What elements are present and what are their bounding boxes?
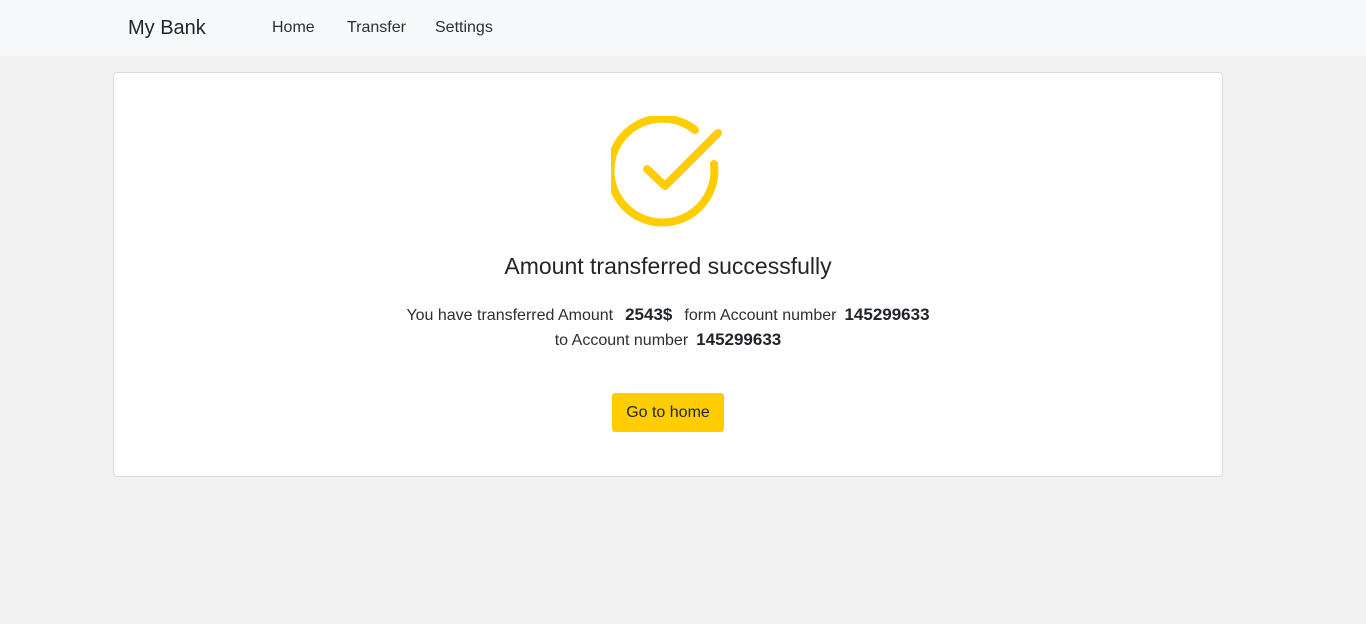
success-card: Amount transferred successfully You have… [113, 72, 1223, 477]
transfer-amount: 2543$ [625, 305, 673, 324]
check-circle-icon [611, 116, 722, 227]
success-heading: Amount transferred successfully [504, 253, 832, 279]
top-navbar: My Bank Home Transfer Settings [0, 0, 1366, 56]
amount-label: You have transferred Amount [406, 307, 614, 324]
nav-link-transfer[interactable]: Transfer [347, 18, 406, 38]
to-account-number: 145299633 [696, 330, 782, 349]
to-account-label: to Account number [554, 332, 689, 349]
transfer-summary-line-1: You have transferred Amount 2543$ form Acc… [114, 304, 1222, 327]
from-account-label: form Account number [684, 307, 837, 324]
brand-link[interactable]: My Bank [128, 15, 206, 41]
transfer-summary-line-2: to Account number 145299633 [114, 329, 1222, 352]
nav-link-settings[interactable]: Settings [435, 18, 493, 38]
nav-link-home[interactable]: Home [272, 18, 315, 38]
from-account-number: 145299633 [844, 305, 930, 324]
go-to-home-button[interactable]: Go to home [612, 393, 724, 432]
